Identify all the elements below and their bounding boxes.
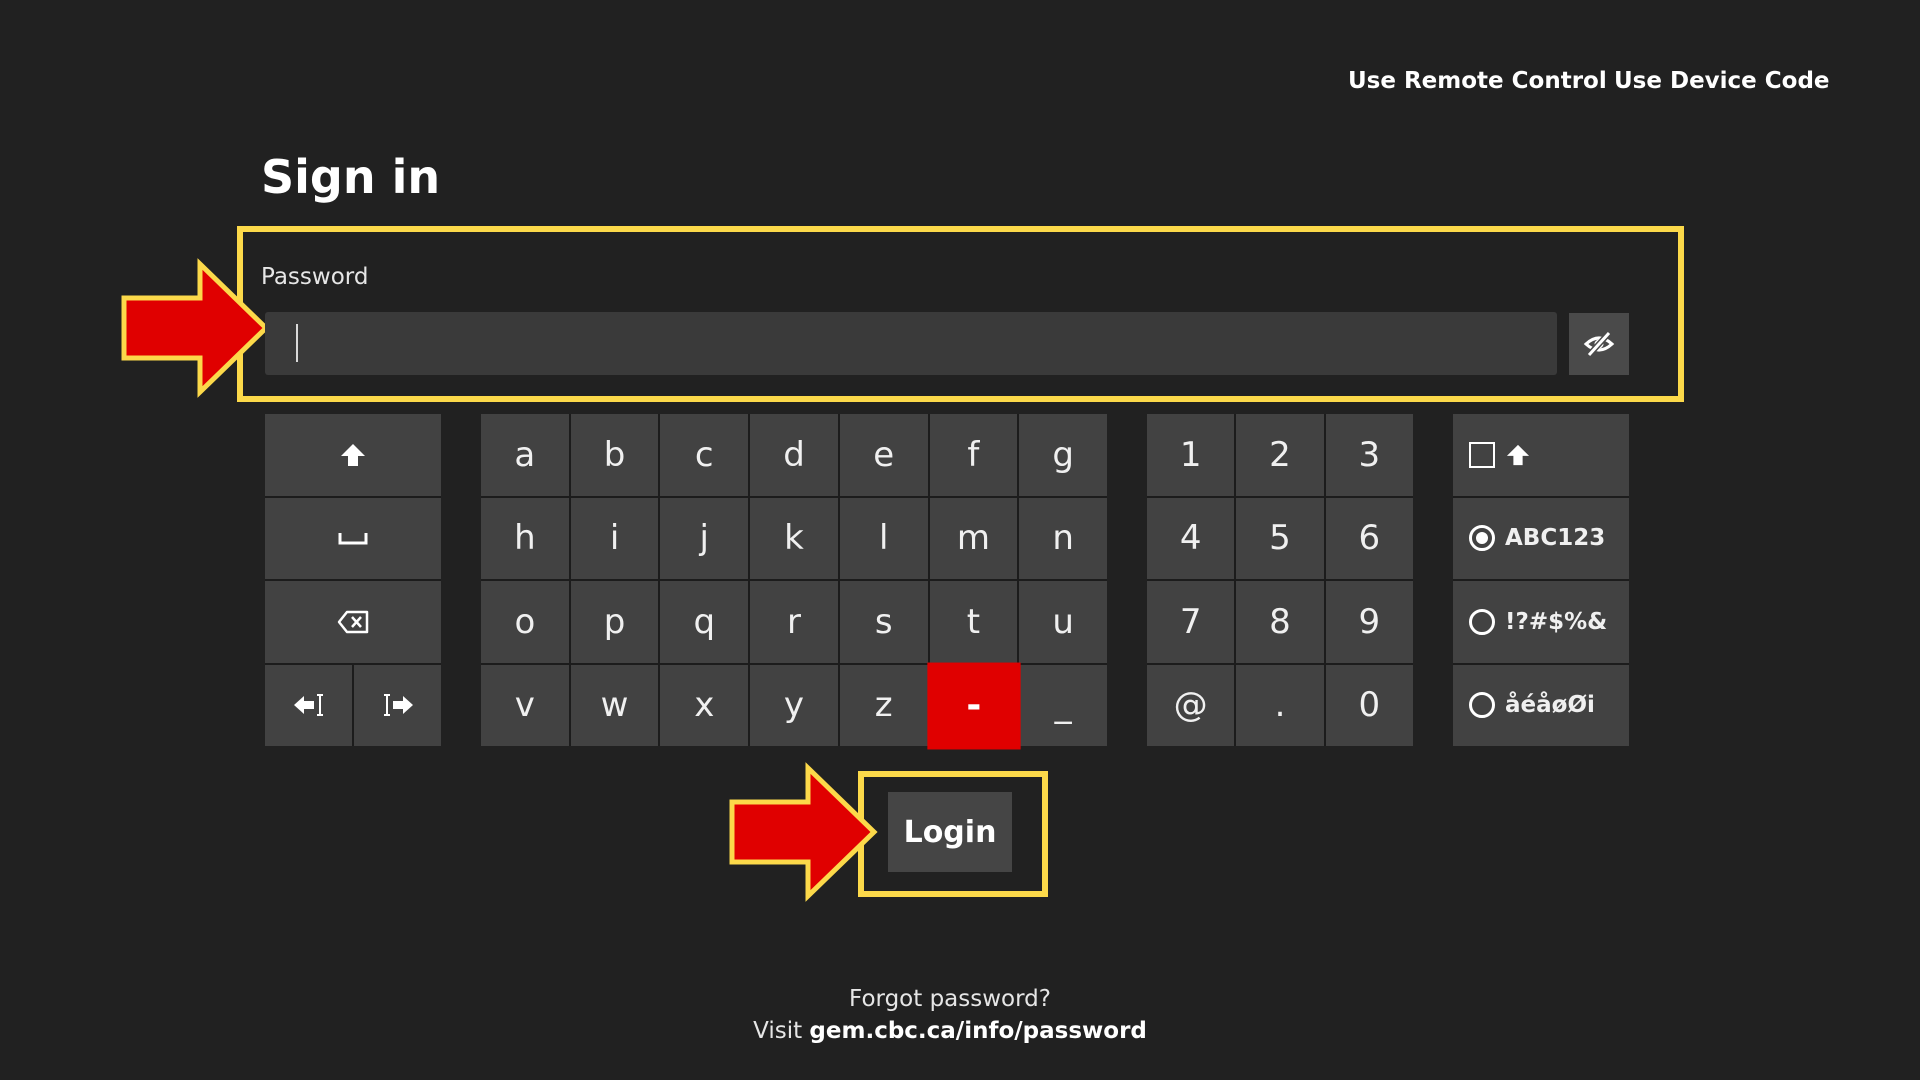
space-bar-icon bbox=[338, 533, 368, 545]
key-underscore[interactable]: _ bbox=[1019, 664, 1107, 746]
key-g[interactable]: g bbox=[1019, 414, 1107, 496]
key-w[interactable]: w bbox=[570, 664, 659, 746]
key-m[interactable]: m bbox=[929, 497, 1018, 579]
key-4[interactable]: 4 bbox=[1147, 497, 1235, 579]
key-1[interactable]: 1 bbox=[1147, 414, 1235, 496]
key-n[interactable]: n bbox=[1019, 497, 1107, 579]
key-y[interactable]: y bbox=[750, 664, 838, 746]
cursor-keys-row bbox=[265, 664, 441, 746]
cursor-left-key[interactable] bbox=[265, 664, 352, 746]
page-title: Sign in bbox=[261, 150, 441, 204]
shift-key[interactable] bbox=[265, 414, 441, 496]
key-a[interactable]: a bbox=[481, 414, 569, 496]
key-r[interactable]: r bbox=[750, 581, 838, 663]
key-9[interactable]: 9 bbox=[1325, 581, 1413, 663]
key-7[interactable]: 7 bbox=[1147, 581, 1235, 663]
key-q[interactable]: q bbox=[660, 581, 749, 663]
password-help-link[interactable]: gem.cbc.ca/info/password bbox=[809, 1018, 1146, 1044]
key-3[interactable]: 3 bbox=[1325, 414, 1413, 496]
key-0[interactable]: 0 bbox=[1325, 664, 1413, 746]
password-pointer-arrow-icon bbox=[121, 258, 270, 398]
key-t[interactable]: t bbox=[929, 581, 1018, 663]
mode-accents-option[interactable]: åéåøØi bbox=[1453, 664, 1629, 746]
radio-selected-icon bbox=[1469, 525, 1495, 552]
key-c[interactable]: c bbox=[660, 414, 749, 496]
radio-unselected-icon bbox=[1469, 608, 1495, 635]
up-arrow-icon bbox=[341, 443, 365, 466]
key-f[interactable]: f bbox=[929, 414, 1018, 496]
text-caret bbox=[296, 324, 298, 362]
key-x[interactable]: x bbox=[660, 664, 749, 746]
password-label: Password bbox=[261, 264, 369, 290]
key-e[interactable]: e bbox=[839, 414, 928, 496]
caps-lock-key[interactable] bbox=[1453, 414, 1629, 496]
radio-unselected-icon bbox=[1469, 692, 1495, 719]
key-z[interactable]: z bbox=[839, 664, 928, 746]
keyboard-mode-keys: ABC123 !?#$%& åéåøØi bbox=[1453, 414, 1629, 746]
key-p[interactable]: p bbox=[570, 581, 659, 663]
backspace-key[interactable] bbox=[265, 581, 441, 663]
login-button[interactable]: Login bbox=[888, 792, 1012, 872]
use-device-code-link[interactable]: Use Device Code bbox=[1614, 68, 1830, 94]
forgot-password-text: Forgot password? bbox=[849, 986, 1051, 1012]
key-8[interactable]: 8 bbox=[1236, 581, 1324, 663]
mode-abc123-option[interactable]: ABC123 bbox=[1453, 497, 1629, 579]
mode-symbols-label: !?#$%& bbox=[1505, 608, 1608, 635]
mode-accents-label: åéåøØi bbox=[1505, 692, 1595, 719]
cursor-right-icon bbox=[383, 694, 413, 717]
visit-label: Visit bbox=[753, 1018, 803, 1044]
key-s[interactable]: s bbox=[839, 581, 928, 663]
number-keys: 1 2 3 4 5 6 7 8 9 @. 0 bbox=[1147, 414, 1413, 746]
key-at[interactable]: @ bbox=[1147, 664, 1235, 746]
key-hyphen[interactable]: - bbox=[926, 662, 1020, 749]
control-keys bbox=[265, 414, 441, 746]
key-period[interactable]: . bbox=[1236, 664, 1324, 746]
key-k[interactable]: k bbox=[750, 497, 838, 579]
key-j[interactable]: j bbox=[660, 497, 749, 579]
visit-line: Visit gem.cbc.ca/info/password bbox=[0, 1018, 1900, 1044]
key-l[interactable]: l bbox=[839, 497, 928, 579]
space-key[interactable] bbox=[265, 497, 441, 579]
key-2[interactable]: 2 bbox=[1236, 414, 1324, 496]
checkbox-icon bbox=[1469, 441, 1495, 468]
login-pointer-arrow-icon bbox=[729, 762, 878, 902]
key-o[interactable]: o bbox=[481, 581, 569, 663]
mode-abc123-label: ABC123 bbox=[1505, 525, 1606, 552]
key-i[interactable]: i bbox=[570, 497, 659, 579]
key-b[interactable]: b bbox=[570, 414, 659, 496]
key-6[interactable]: 6 bbox=[1325, 497, 1413, 579]
mode-symbols-option[interactable]: !?#$%& bbox=[1453, 581, 1629, 663]
key-d[interactable]: d bbox=[750, 414, 838, 496]
sign-in-screen: Use Remote Control Use Device Code Sign … bbox=[0, 0, 1920, 1080]
eye-slash-icon bbox=[1583, 330, 1615, 358]
key-5[interactable]: 5 bbox=[1236, 497, 1324, 579]
password-input[interactable] bbox=[265, 312, 1557, 375]
key-v[interactable]: v bbox=[481, 664, 569, 746]
up-arrow-icon bbox=[1506, 444, 1530, 465]
key-h[interactable]: h bbox=[481, 497, 569, 579]
cursor-right-key[interactable] bbox=[354, 664, 441, 746]
cursor-left-icon bbox=[293, 694, 323, 717]
letter-keys: a b c d e f g h i j k l m n o p q r s t u v w x y z - _ bbox=[481, 414, 1107, 749]
show-password-toggle[interactable] bbox=[1569, 313, 1629, 375]
backspace-icon bbox=[337, 610, 369, 633]
use-remote-control-link[interactable]: Use Remote Control bbox=[1348, 68, 1607, 94]
key-u[interactable]: u bbox=[1019, 581, 1107, 663]
